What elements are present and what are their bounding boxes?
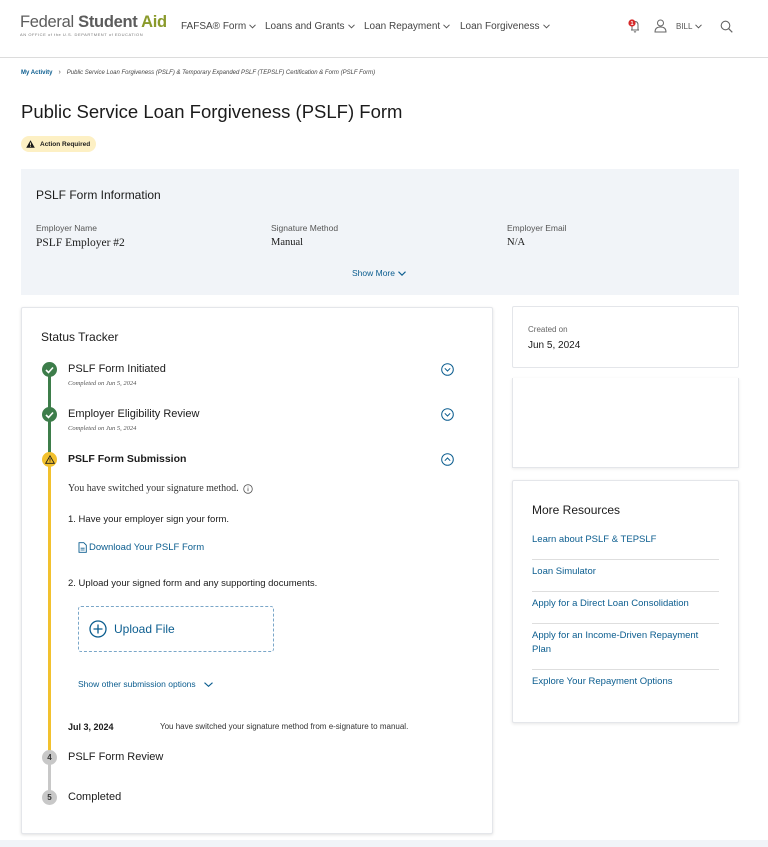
created-on-card: Created on Jun 5, 2024 [512,306,739,368]
bell-icon: 1 [628,19,639,33]
chevron-down-circle-icon[interactable] [441,408,454,421]
logo-subtitle: AN OFFICE of the U.S. DEPARTMENT of EDUC… [20,32,144,37]
chevron-down-icon [398,270,406,276]
show-more-button[interactable]: Show More [352,268,406,278]
progress-line-current [48,466,51,756]
signature-method-field: Signature Method Manual [271,223,339,248]
step-action-indicator [42,452,57,467]
download-pslf-form-link[interactable]: Download Your PSLF Form [78,542,204,553]
nav-loan-forgiveness[interactable]: Loan Forgiveness [460,21,550,32]
step-title-current: PSLF Form Submission [68,453,187,465]
plus-circle-icon [89,620,107,638]
breadcrumb-my-activity[interactable]: My Activity [21,70,52,76]
employer-email-field: Employer Email N/A [507,223,567,248]
more-resources-card: More Resources Learn about PSLF & TEPSLF… [512,480,739,723]
logo-wordmark: Federal Student Aid [20,13,167,31]
action-required-badge: Action Required [21,136,97,152]
chevron-right-icon: › [58,69,61,76]
step-complete-indicator [42,407,57,422]
chevron-down-icon [443,24,451,29]
document-icon [78,542,87,553]
chevron-down-icon [695,24,703,29]
chevron-down-icon [203,681,213,687]
pslf-form-information-panel: PSLF Form Information Employer Name PSLF… [21,169,739,295]
resource-link[interactable]: Loan Simulator [532,560,719,592]
federal-student-aid-logo[interactable]: Federal Student Aid AN OFFICE of the U.S… [20,13,167,37]
search-button[interactable] [720,20,733,38]
checkmark-icon [45,411,54,419]
step-completed-date: Completed on Jun 5, 2024 [68,425,137,432]
instruction-step-2: 2. Upload your signed form and any suppo… [68,578,318,589]
step-title: Completed [68,791,122,803]
page-title: Public Service Loan Forgiveness (PSLF) F… [21,101,403,122]
warning-icon [44,455,55,464]
chevron-up-circle-icon[interactable] [441,453,454,466]
chevron-down-icon [249,24,257,29]
created-on-label: Created on [528,325,568,334]
resources-list: Learn about PSLF & TEPSLF Loan Simulator… [532,528,719,701]
step-complete-indicator [42,362,57,377]
chevron-down-icon [347,24,355,29]
page-bottom-strip [0,840,768,847]
resource-link[interactable]: Apply for a Direct Loan Consolidation [532,592,719,624]
breadcrumb-current: Public Service Loan Forgiveness (PSLF) &… [66,69,376,76]
breadcrumb: My Activity › Public Service Loan Forgiv… [21,69,375,76]
nav-fafsa-form[interactable]: FAFSA® Form [181,21,257,32]
history-text: You have switched your signature method … [160,722,409,731]
created-on-value: Jun 5, 2024 [528,340,581,351]
show-other-submission-options-button[interactable]: Show other submission options [78,679,213,689]
blank-card [512,378,739,468]
chevron-down-circle-icon[interactable] [441,363,454,376]
checkmark-icon [45,366,54,374]
nav-loan-repayment[interactable]: Loan Repayment [364,21,451,32]
resource-link[interactable]: Explore Your Repayment Options [532,670,719,701]
step-title: Employer Eligibility Review [68,408,200,420]
instruction-step-1: 1. Have your employer sign your form. [68,514,230,525]
resource-link[interactable]: Learn about PSLF & TEPSLF [532,528,719,560]
employer-name-field: Employer Name PSLF Employer #2 [36,223,125,249]
step-number-5: 5 [42,790,57,805]
status-tracker-title: Status Tracker [41,330,119,344]
step-title: PSLF Form Initiated [68,363,166,375]
step-number-4: 4 [42,750,57,765]
step-title: PSLF Form Review [68,751,164,763]
info-panel-title: PSLF Form Information [36,188,161,202]
site-header: Federal Student Aid AN OFFICE of the U.S… [0,0,768,58]
notifications-button[interactable]: 1 [627,18,643,39]
user-icon [654,19,667,33]
account-menu-icon-button[interactable] [654,19,667,38]
chevron-down-icon [542,24,550,29]
notification-count: 1 [630,21,633,27]
nav-loans-and-grants[interactable]: Loans and Grants [265,21,355,32]
info-icon[interactable] [242,483,253,494]
upload-file-button[interactable]: Upload File [78,606,274,652]
history-date: Jul 3, 2024 [68,722,114,732]
warning-icon [26,140,35,148]
step-completed-date: Completed on Jun 5, 2024 [68,380,137,387]
resource-link[interactable]: Apply for an Income-Driven Repayment Pla… [532,624,719,670]
signature-switched-note: You have switched your signature method. [68,483,253,494]
status-tracker-card: Status Tracker PSLF Form Initiated Compl… [21,307,493,834]
account-menu-button[interactable]: BILL [676,22,703,31]
more-resources-title: More Resources [532,503,621,517]
search-icon [720,20,733,33]
